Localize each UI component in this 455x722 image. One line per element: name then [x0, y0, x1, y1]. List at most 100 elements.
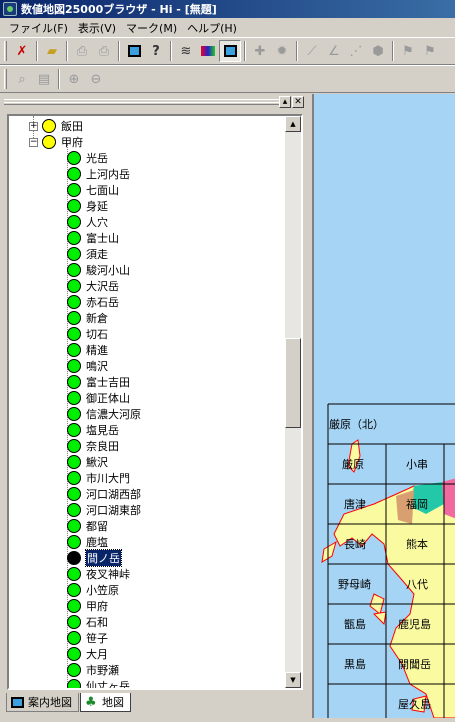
tab-map[interactable]: ♣ 地図 — [80, 693, 131, 712]
tree-node[interactable]: 河口湖西部 — [67, 486, 141, 502]
tree-node[interactable]: 仙丈ヶ岳 — [67, 678, 130, 688]
tree-node[interactable]: 笹子 — [67, 630, 108, 646]
map-tree-view[interactable]: + 飯田 − 甲府 光岳 上河内岳 七面山 身延 人穴富士山須走 駿河小山 大沢岳 赤石岳 新倉… — [7, 114, 303, 690]
tree-node-label: 仙丈ヶ岳 — [86, 680, 130, 688]
tree-node[interactable]: 赤石岳 — [67, 294, 119, 310]
map-canvas[interactable] — [314, 94, 455, 718]
flag-number-icon[interactable]: ⚑ — [419, 40, 441, 62]
tree-node[interactable]: 甲府 — [67, 598, 108, 614]
tree-node[interactable]: 鹿塩 — [67, 534, 108, 550]
toolbar-grip[interactable] — [4, 69, 7, 89]
menu-file[interactable]: ファイル(F) — [4, 20, 73, 36]
collapse-icon[interactable]: − — [29, 137, 38, 147]
tree-node[interactable]: 精進 — [67, 342, 108, 358]
tree-node[interactable]: 身延 — [67, 198, 108, 214]
scroll-thumb[interactable] — [285, 338, 301, 428]
tree-node[interactable]: 人穴 — [67, 214, 108, 230]
tree-node[interactable]: 富士山 — [67, 230, 119, 246]
measure-icon[interactable]: ⋰ — [345, 40, 367, 62]
tree-node[interactable]: 鰍沢 — [67, 454, 108, 470]
tree-node[interactable]: 河口湖東部 — [67, 502, 141, 518]
open-folder-icon[interactable]: ▰ — [41, 40, 63, 62]
color-icon[interactable] — [197, 40, 219, 62]
zoom-out-icon[interactable]: ⊖ — [85, 68, 107, 90]
tree-node[interactable]: 富士吉田 — [67, 374, 130, 390]
tree-node-iida[interactable]: + 飯田 — [29, 118, 83, 134]
gear-icon[interactable]: ✹ — [271, 40, 293, 62]
tab-guide-map[interactable]: 案内地図 — [6, 693, 79, 712]
menu-help[interactable]: ヘルプ(H) — [182, 20, 242, 36]
tree-node-kofu[interactable]: − 甲府 — [29, 134, 83, 150]
tree-node[interactable]: 駿河小山 — [67, 262, 130, 278]
tree-node[interactable]: 光岳 — [67, 150, 108, 166]
help-icon[interactable]: ? — [145, 40, 167, 62]
tree-node[interactable]: 鳴沢 — [67, 358, 108, 374]
tree-node[interactable]: 切石 — [67, 326, 108, 342]
tree-node[interactable]: 信濃大河原 — [67, 406, 141, 422]
map-sheet-icon — [67, 311, 81, 325]
flag-icon[interactable]: ⚑ — [397, 40, 419, 62]
tree-node[interactable]: 御正体山 — [67, 390, 130, 406]
map-sheet-icon — [67, 663, 81, 677]
map-sheet-icon — [67, 503, 81, 517]
scroll-down-button[interactable]: ▼ — [285, 672, 301, 688]
map-cell-label: 熊本 — [406, 538, 428, 551]
print-preview-icon[interactable]: ⎙ — [71, 40, 93, 62]
cut-icon[interactable]: ✗ — [11, 40, 33, 62]
print-icon[interactable]: ⎙ — [93, 40, 115, 62]
tree-node[interactable]: 市野瀬 — [67, 662, 119, 678]
toolbar-separator — [118, 41, 120, 61]
tree-node-label: 鳴沢 — [86, 360, 108, 373]
tab-label: 案内地図 — [28, 696, 72, 709]
map-view[interactable]: 厳原（北） 厳原 小串 唐津 福岡 長崎 熊本 野母崎 八代 甑島 鹿児島 黒島… — [312, 94, 455, 718]
tree-node[interactable]: 夜叉神峠 — [67, 566, 130, 582]
tree-node[interactable]: 大月 — [67, 646, 108, 662]
tree-node[interactable]: 小笠原 — [67, 582, 119, 598]
tree-node-label: 河口湖西部 — [86, 488, 141, 501]
tree-node[interactable]: 都留 — [67, 518, 108, 534]
line-tool-icon[interactable]: ⟋ — [301, 40, 323, 62]
map-cell-label: 小串 — [406, 458, 428, 471]
slope-tool-icon[interactable]: ∠ — [323, 40, 345, 62]
frame-icon[interactable] — [123, 40, 145, 62]
scroll-up-button[interactable]: ▲ — [285, 116, 301, 132]
tree-node-label: 市川大門 — [86, 472, 130, 485]
tree-node-label: 御正体山 — [86, 392, 130, 405]
expand-icon[interactable]: + — [29, 121, 38, 131]
tree-node[interactable]: 石和 — [67, 614, 108, 630]
map-sheet-icon — [67, 471, 81, 485]
map-view-icon[interactable] — [219, 40, 241, 62]
tree-scrollbar[interactable]: ▲ ▼ — [285, 116, 301, 688]
area-icon[interactable]: ⬢ — [367, 40, 389, 62]
map-sheet-icon — [67, 567, 81, 581]
tree-node[interactable]: 上河内岳 — [67, 166, 130, 182]
zoom-in-icon[interactable]: ⊕ — [63, 68, 85, 90]
tree-node-label: 須走 — [86, 248, 108, 261]
panel-tabs: 案内地図 ♣ 地図 — [6, 693, 132, 713]
scale-icon[interactable]: ▤ — [33, 68, 55, 90]
layers-icon[interactable]: ≋ — [175, 40, 197, 62]
tree-node[interactable]: 奈良田 — [67, 438, 119, 454]
menu-view[interactable]: 表示(V) — [73, 20, 121, 36]
tree-node[interactable]: 須走 — [67, 246, 108, 262]
tree-node[interactable]: 七面山 — [67, 182, 119, 198]
panel-close-button[interactable]: ✕ — [292, 96, 304, 108]
panel-float-button[interactable]: ▴ — [279, 96, 291, 108]
tree-node[interactable]: 大沢岳 — [67, 278, 119, 294]
tree-node-label: 光岳 — [86, 152, 108, 165]
tree-node[interactable]: 塩見岳 — [67, 422, 119, 438]
crosshair-icon[interactable]: ✚ — [249, 40, 271, 62]
map-sheet-icon — [67, 423, 81, 437]
zoom-area-icon[interactable]: ⌕ — [11, 68, 33, 90]
menu-mark[interactable]: マーク(M) — [121, 20, 182, 36]
tree-node-label: 市野瀬 — [86, 664, 119, 677]
map-sheet-icon — [67, 375, 81, 389]
tree-node[interactable]: 間ノ岳 — [67, 549, 122, 567]
map-sheet-icon — [67, 455, 81, 469]
tree-node[interactable]: 新倉 — [67, 310, 108, 326]
tree-node-label: 富士山 — [86, 232, 119, 245]
tree-node[interactable]: 市川大門 — [67, 470, 130, 486]
main-toolbar: ✗ ▰ ⎙ ⎙ ? ≋ ✚ ✹ ⟋ ∠ ⋰ ⬢ ⚑ ⚑ — [0, 37, 455, 65]
panel-grip[interactable] — [4, 99, 286, 105]
toolbar-grip[interactable] — [4, 41, 7, 61]
